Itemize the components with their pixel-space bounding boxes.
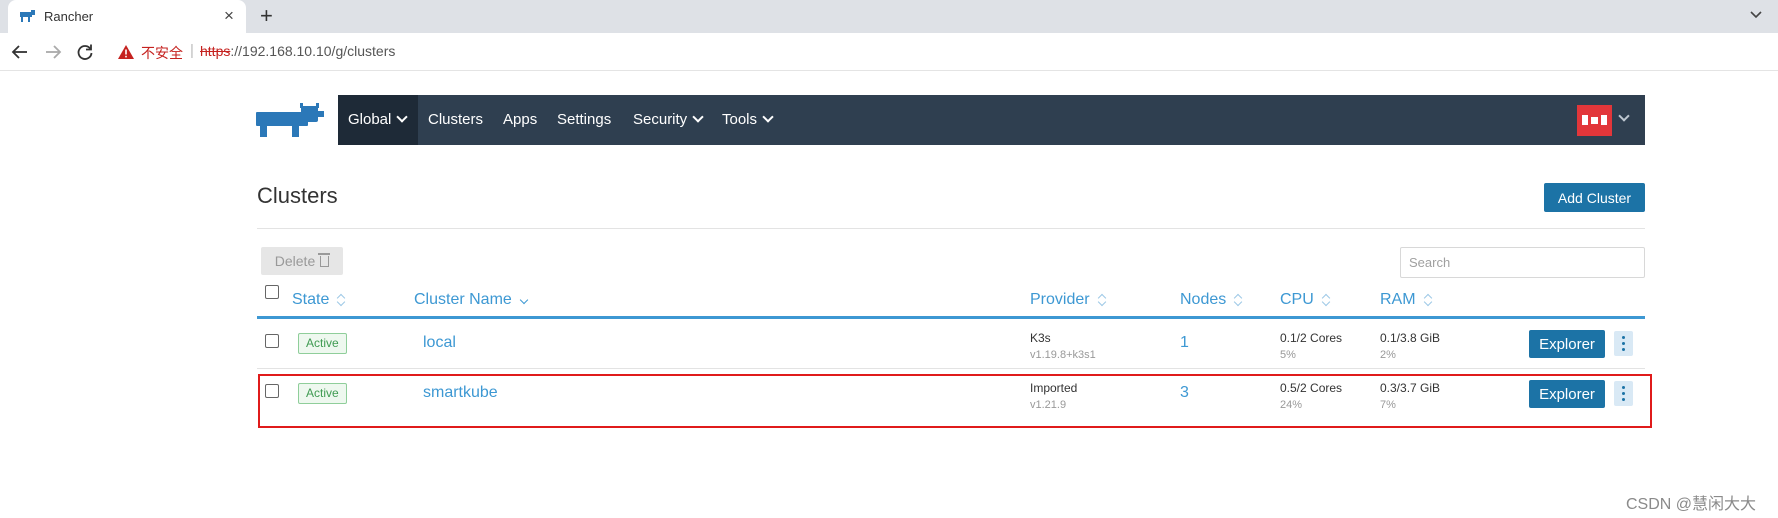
table-row: Active local K3s v1.19.8+k3s1 1 0.1/2 Co… (257, 322, 1645, 372)
ram-usage: 0.1/3.8 GiB (1380, 331, 1441, 345)
reload-icon[interactable] (75, 42, 95, 62)
tab-close-icon[interactable]: × (224, 6, 234, 26)
nav-global-dropdown[interactable]: Global (338, 95, 418, 145)
table-header-underline (257, 316, 1645, 319)
search-input[interactable] (1400, 247, 1645, 278)
sort-icon (337, 294, 345, 306)
new-tab-icon[interactable]: + (260, 4, 273, 28)
url-scheme: https (200, 43, 231, 59)
back-arrow-icon[interactable] (10, 42, 30, 62)
rancher-favicon-icon (20, 10, 35, 22)
sort-icon (1424, 294, 1432, 306)
delete-label: Delete (274, 253, 316, 269)
page-title: Clusters (257, 183, 338, 208)
trash-icon (318, 253, 331, 267)
sort-icon (1098, 294, 1106, 306)
ram-percent: 7% (1380, 399, 1396, 411)
provider-version: v1.19.8+k3s1 (1030, 349, 1096, 361)
nav-clusters[interactable]: Clusters (428, 111, 483, 128)
column-header-cluster-name[interactable]: Cluster Name (414, 291, 528, 309)
status-badge: Active (298, 383, 347, 404)
nav-apps[interactable]: Apps (503, 111, 537, 128)
url-path: ://192.168.10.10/g/clusters (230, 43, 396, 59)
rancher-logo-icon[interactable] (256, 103, 326, 137)
user-avatar[interactable] (1577, 105, 1612, 136)
tab-search-chevron-icon[interactable] (1748, 6, 1764, 22)
cluster-name-link[interactable]: local (423, 334, 456, 352)
select-all-checkbox[interactable] (265, 285, 279, 299)
sort-down-icon (520, 294, 528, 306)
cluster-name-link[interactable]: smartkube (423, 384, 498, 402)
column-header-cpu[interactable]: CPU (1280, 291, 1330, 309)
chevron-down-icon (762, 111, 774, 123)
column-label: State (292, 291, 330, 308)
tab-title: Rancher (44, 9, 94, 24)
ram-usage: 0.3/3.7 GiB (1380, 381, 1441, 395)
ram-percent: 2% (1380, 349, 1396, 361)
nav-tools-label: Tools (722, 111, 758, 128)
main-navigation: Global Clusters Apps Settings Security T… (338, 95, 1645, 145)
nav-global-label: Global (348, 111, 392, 128)
cpu-percent: 24% (1280, 399, 1303, 411)
column-label: Provider (1030, 291, 1090, 308)
nodes-count-link[interactable]: 3 (1180, 384, 1189, 402)
row-checkbox[interactable] (265, 384, 279, 398)
cpu-usage: 0.1/2 Cores (1280, 331, 1343, 345)
sort-icon (1322, 294, 1330, 306)
watermark: CSDN @慧闲大大 (1626, 496, 1757, 513)
nav-security-label: Security (633, 111, 688, 128)
column-header-nodes[interactable]: Nodes (1180, 291, 1242, 309)
cpu-usage: 0.5/2 Cores (1280, 381, 1343, 395)
column-header-provider[interactable]: Provider (1030, 291, 1106, 309)
warning-icon[interactable] (118, 45, 134, 59)
delete-button[interactable]: Delete (261, 247, 343, 275)
chevron-down-icon (692, 111, 704, 123)
more-actions-icon[interactable] (1614, 331, 1633, 356)
browser-tab-bar: Rancher × + (0, 0, 1778, 33)
chevron-down-icon (396, 111, 409, 123)
explorer-button[interactable]: Explorer (1529, 330, 1605, 358)
explorer-button[interactable]: Explorer (1529, 380, 1605, 408)
column-label: RAM (1380, 291, 1416, 308)
table-row: Active smartkube Imported v1.21.9 3 0.5/… (257, 377, 1645, 427)
nav-security-dropdown[interactable]: Security (633, 111, 704, 128)
provider-name: K3s (1030, 331, 1051, 345)
nodes-count-link[interactable]: 1 (1180, 334, 1189, 352)
nav-settings[interactable]: Settings (557, 111, 611, 128)
row-checkbox[interactable] (265, 334, 279, 348)
column-label: Nodes (1180, 291, 1227, 308)
column-label: CPU (1280, 291, 1314, 308)
more-actions-icon[interactable] (1614, 381, 1633, 406)
provider-version: v1.21.9 (1030, 399, 1067, 411)
browser-tab[interactable]: Rancher × (8, 0, 246, 33)
column-header-state[interactable]: State (292, 291, 345, 309)
add-cluster-button[interactable]: Add Cluster (1544, 183, 1645, 212)
status-badge: Active (298, 333, 347, 354)
address-bar: 不安全 | https://192.168.10.10/g/clusters (0, 33, 1778, 71)
insecure-label[interactable]: 不安全 (141, 43, 183, 63)
user-menu-chevron-icon[interactable] (1618, 110, 1630, 122)
url-field[interactable]: https://192.168.10.10/g/clusters (200, 43, 395, 59)
provider-name: Imported (1030, 381, 1078, 395)
column-header-ram[interactable]: RAM (1380, 291, 1432, 309)
column-label: Cluster Name (414, 291, 512, 308)
divider (257, 368, 1645, 369)
sort-icon (1234, 294, 1242, 306)
nav-tools-dropdown[interactable]: Tools (722, 111, 774, 128)
url-separator: | (190, 42, 194, 59)
forward-arrow-icon[interactable] (43, 42, 63, 62)
cpu-percent: 5% (1280, 349, 1296, 361)
divider (257, 228, 1645, 229)
